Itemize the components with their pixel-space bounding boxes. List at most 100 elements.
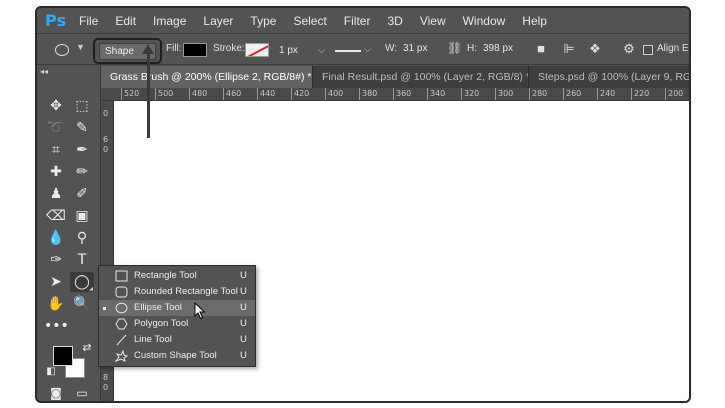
path-operations-icon[interactable]: ■ bbox=[533, 41, 549, 57]
mouse-pointer-icon bbox=[194, 302, 206, 320]
path-alignment-icon[interactable]: ⊫ bbox=[561, 41, 577, 57]
zoom-tool-icon[interactable]: 🔍 bbox=[70, 294, 94, 314]
flyout-item-rounded-rectangle[interactable]: Rounded Rectangle Tool U bbox=[99, 284, 255, 300]
shortcut-key: U bbox=[240, 334, 247, 345]
menu-help[interactable]: Help bbox=[522, 14, 547, 28]
flyout-item-polygon[interactable]: Polygon Tool U bbox=[99, 316, 255, 332]
hand-tool-icon[interactable]: ✋ bbox=[44, 294, 68, 314]
width-field[interactable]: 31 px bbox=[403, 43, 427, 54]
menu-view[interactable]: View bbox=[420, 14, 446, 28]
fill-color-swatch[interactable] bbox=[183, 43, 207, 57]
flyout-item-label: Rounded Rectangle Tool bbox=[134, 286, 238, 297]
selected-indicator-icon bbox=[103, 307, 106, 310]
menu-image[interactable]: Image bbox=[153, 14, 186, 28]
menu-select[interactable]: Select bbox=[293, 14, 326, 28]
flyout-item-label: Custom Shape Tool bbox=[134, 350, 217, 361]
menu-edit[interactable]: Edit bbox=[115, 14, 136, 28]
no-color-slash-icon bbox=[246, 44, 268, 56]
menu-file[interactable]: File bbox=[79, 14, 98, 28]
shortcut-key: U bbox=[240, 318, 247, 329]
ruler-tick: 440 bbox=[260, 89, 276, 98]
polygon-icon bbox=[115, 318, 128, 330]
eyedropper-tool-icon[interactable]: ✒ bbox=[70, 140, 94, 160]
flyout-item-custom-shape[interactable]: Custom Shape Tool U bbox=[99, 348, 255, 364]
more-tools-icon[interactable]: ••• bbox=[44, 316, 69, 336]
shortcut-key: U bbox=[240, 286, 247, 297]
ruler-tick: 380 bbox=[362, 89, 378, 98]
menu-layer[interactable]: Layer bbox=[203, 14, 233, 28]
tab-grass-brush[interactable]: Grass Brush @ 200% (Ellipse 2, RGB/8#) *… bbox=[101, 66, 313, 88]
tab-final-result[interactable]: Final Result.psd @ 100% (Layer 2, RGB/8)… bbox=[313, 66, 529, 88]
crop-tool-icon[interactable]: ⌗ bbox=[44, 140, 68, 160]
foreground-color-swatch[interactable] bbox=[53, 346, 73, 366]
marquee-tool-icon[interactable]: ⬚ bbox=[70, 96, 94, 116]
blur-tool-icon[interactable]: 💧 bbox=[44, 228, 68, 248]
eraser-tool-icon[interactable]: ⌫ bbox=[44, 206, 68, 226]
ellipse-tool-icon[interactable]: ◯ ◢ bbox=[70, 272, 94, 292]
ruler-tick: 520 bbox=[124, 89, 140, 98]
ellipse-icon bbox=[115, 302, 128, 314]
stroke-color-swatch[interactable] bbox=[245, 43, 269, 57]
flyout-item-label: Polygon Tool bbox=[134, 318, 189, 329]
menu-bar: Ps File Edit Image Layer Type Select Fil… bbox=[37, 8, 689, 34]
dodge-tool-icon[interactable]: ⚲ bbox=[70, 228, 94, 248]
flyout-item-label: Line Tool bbox=[134, 334, 172, 345]
height-label: H: bbox=[467, 43, 477, 54]
flyout-item-label: Ellipse Tool bbox=[134, 302, 182, 313]
stroke-type-select[interactable]: ⌵ bbox=[333, 43, 371, 58]
lasso-tool-icon[interactable]: ➰ bbox=[44, 118, 68, 138]
ruler-tick: 420 bbox=[294, 89, 310, 98]
quick-select-tool-icon[interactable]: ✎ bbox=[70, 118, 94, 138]
brush-tool-icon[interactable]: ✏ bbox=[70, 162, 94, 182]
chevron-down-icon: ⌵ bbox=[318, 45, 325, 55]
ruler-tick: 200 bbox=[668, 89, 684, 98]
tab-label: Steps.psd @ 100% (Layer 9, RGB/ bbox=[538, 71, 691, 83]
ruler-tick: 500 bbox=[158, 89, 174, 98]
quick-mask-icon[interactable]: ◙ bbox=[44, 383, 68, 401]
tool-preset-chevron-down-icon[interactable]: ▼ bbox=[76, 42, 85, 52]
pen-tool-icon[interactable]: ✑ bbox=[44, 250, 68, 270]
screen-mode-icon[interactable]: ▭ bbox=[70, 383, 94, 401]
stroke-width-field[interactable]: 1 px ⌵ bbox=[275, 43, 327, 58]
rounded-rectangle-icon bbox=[115, 286, 128, 298]
current-tool-ellipse-icon[interactable] bbox=[55, 44, 69, 56]
path-arrangement-icon[interactable]: ❖ bbox=[587, 41, 603, 57]
align-edges-checkbox[interactable] bbox=[643, 45, 653, 55]
flyout-item-rectangle[interactable]: Rectangle Tool U bbox=[99, 268, 255, 284]
link-dimensions-icon[interactable]: ⛓ bbox=[447, 41, 463, 57]
ruler-tick: 280 bbox=[532, 89, 548, 98]
menu-type[interactable]: Type bbox=[250, 14, 276, 28]
tab-label: Grass Brush @ 200% (Ellipse 2, RGB/8#) * bbox=[110, 71, 312, 83]
solid-line-icon bbox=[335, 50, 361, 52]
healing-brush-tool-icon[interactable]: ✚ bbox=[44, 162, 68, 182]
ruler-tick: 260 bbox=[566, 89, 582, 98]
stroke-width-value: 1 px bbox=[279, 45, 298, 56]
path-selection-tool-icon[interactable]: ➤ bbox=[44, 272, 68, 292]
ruler-tick: 460 bbox=[226, 89, 242, 98]
type-tool-icon[interactable]: T bbox=[70, 250, 94, 270]
ruler-tick: 300 bbox=[498, 89, 514, 98]
gear-icon[interactable]: ⚙ bbox=[621, 41, 637, 57]
menu-filter[interactable]: Filter bbox=[344, 14, 371, 28]
options-bar: ▼ Shape ⌵ Fill: Stroke: 1 px ⌵ ⌵ W: 31 p… bbox=[37, 35, 689, 65]
tab-steps[interactable]: Steps.psd @ 100% (Layer 9, RGB/ bbox=[529, 66, 691, 88]
ruler-tick: 240 bbox=[600, 89, 616, 98]
tool-mode-value: Shape bbox=[105, 46, 134, 57]
clone-stamp-tool-icon[interactable]: ♟ bbox=[44, 184, 68, 204]
shortcut-key: U bbox=[240, 302, 247, 313]
flyout-item-line[interactable]: Line Tool U bbox=[99, 332, 255, 348]
move-tool-icon[interactable]: ✥ bbox=[44, 96, 68, 116]
rectangle-icon bbox=[115, 270, 128, 282]
ruler-tick: 0 bbox=[103, 109, 109, 118]
gradient-tool-icon[interactable]: ▣ bbox=[70, 206, 94, 226]
history-brush-tool-icon[interactable]: ✐ bbox=[70, 184, 94, 204]
collapse-panel-icon[interactable]: ◂◂ bbox=[40, 67, 48, 76]
menu-window[interactable]: Window bbox=[463, 14, 506, 28]
ruler-tick: 6 bbox=[103, 135, 109, 144]
swap-colors-icon[interactable]: ⇄ bbox=[75, 338, 99, 358]
document-tab-bar: Grass Brush @ 200% (Ellipse 2, RGB/8#) *… bbox=[101, 66, 691, 88]
height-field[interactable]: 398 px bbox=[483, 43, 513, 54]
flyout-item-ellipse[interactable]: Ellipse Tool U bbox=[99, 300, 255, 316]
menu-3d[interactable]: 3D bbox=[387, 14, 402, 28]
ruler-tick: 340 bbox=[430, 89, 446, 98]
